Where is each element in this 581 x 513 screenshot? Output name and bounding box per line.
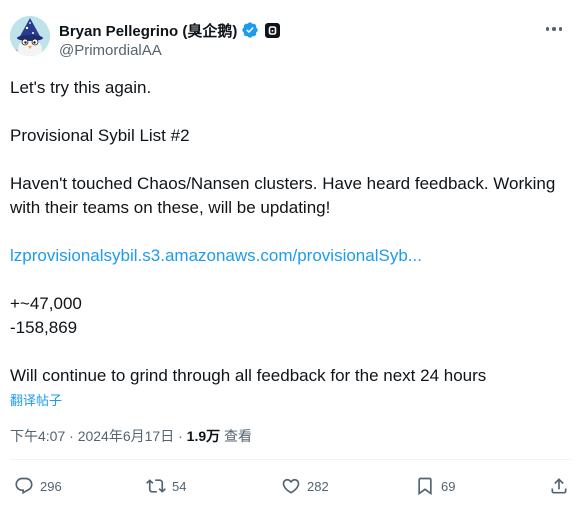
bookmark-button[interactable]: 69 bbox=[415, 470, 455, 502]
tweet-text-line: with their teams on these, will be updat… bbox=[10, 198, 331, 217]
like-count: 282 bbox=[307, 478, 329, 494]
reply-count: 296 bbox=[40, 478, 62, 494]
tweet-text-line: Will continue to grind through all feedb… bbox=[10, 366, 487, 385]
more-dot-icon bbox=[552, 27, 556, 31]
tweet-text-line: Provisional Sybil List #2 bbox=[10, 126, 190, 145]
author-display-name[interactable]: Bryan Pellegrino (臭企鹅) bbox=[59, 20, 237, 41]
tweet-metadata: 下午4:07 · 2024年6月17日 · 1.9万 查看 bbox=[10, 426, 252, 446]
tweet-text-line: -158,869 bbox=[10, 318, 78, 337]
meta-separator: · bbox=[178, 428, 183, 444]
repost-icon bbox=[146, 479, 166, 493]
translate-post-link[interactable]: 翻译帖子 bbox=[10, 390, 62, 409]
tweet-action-bar: 296 54 282 69 bbox=[10, 470, 571, 502]
tweet-card: Bryan Pellegrino (臭企鹅) @PrimordialAA Let… bbox=[0, 0, 581, 513]
repost-count: 54 bbox=[172, 478, 187, 494]
more-options-button[interactable] bbox=[541, 18, 567, 40]
heart-icon bbox=[282, 478, 300, 494]
tweet-text-line: Haven't touched Chaos/Nansen clusters. H… bbox=[10, 174, 556, 193]
reply-icon bbox=[15, 477, 33, 495]
tweet-text-line: Let's try this again. bbox=[10, 78, 152, 97]
more-dot-icon bbox=[545, 27, 550, 31]
repost-button[interactable]: 54 bbox=[146, 470, 186, 502]
affiliation-badge-icon[interactable] bbox=[265, 22, 281, 38]
meta-separator: · bbox=[69, 428, 74, 444]
verified-badge-icon[interactable] bbox=[241, 21, 259, 39]
views-label: 查看 bbox=[224, 428, 253, 444]
post-time[interactable]: 下午4:07 bbox=[10, 428, 65, 444]
divider bbox=[10, 459, 571, 460]
sybil-list-link[interactable]: lzprovisionalsybil.s3.amazonaws.com/prov… bbox=[10, 246, 422, 265]
bookmark-count: 69 bbox=[441, 478, 456, 494]
views-count[interactable]: 1.9万 bbox=[187, 428, 220, 444]
tweet-link-line: lzprovisionalsybil.s3.amazonaws.com/prov… bbox=[10, 244, 422, 268]
tweet-text-line: +~47,000 bbox=[10, 294, 82, 313]
wizard-penguin-avatar-icon bbox=[10, 16, 50, 56]
tweet-header: Bryan Pellegrino (臭企鹅) @PrimordialAA bbox=[10, 14, 571, 64]
author-handle[interactable]: @PrimordialAA bbox=[59, 42, 162, 59]
more-dot-icon bbox=[558, 27, 563, 31]
post-date[interactable]: 2024年6月17日 bbox=[78, 428, 175, 444]
share-button[interactable] bbox=[549, 470, 569, 502]
share-icon bbox=[551, 478, 567, 494]
reply-button[interactable]: 296 bbox=[14, 470, 62, 502]
like-button[interactable]: 282 bbox=[281, 470, 329, 502]
avatar[interactable] bbox=[10, 16, 50, 56]
bookmark-icon bbox=[418, 477, 432, 496]
author-name-row: Bryan Pellegrino (臭企鹅) bbox=[59, 20, 281, 41]
